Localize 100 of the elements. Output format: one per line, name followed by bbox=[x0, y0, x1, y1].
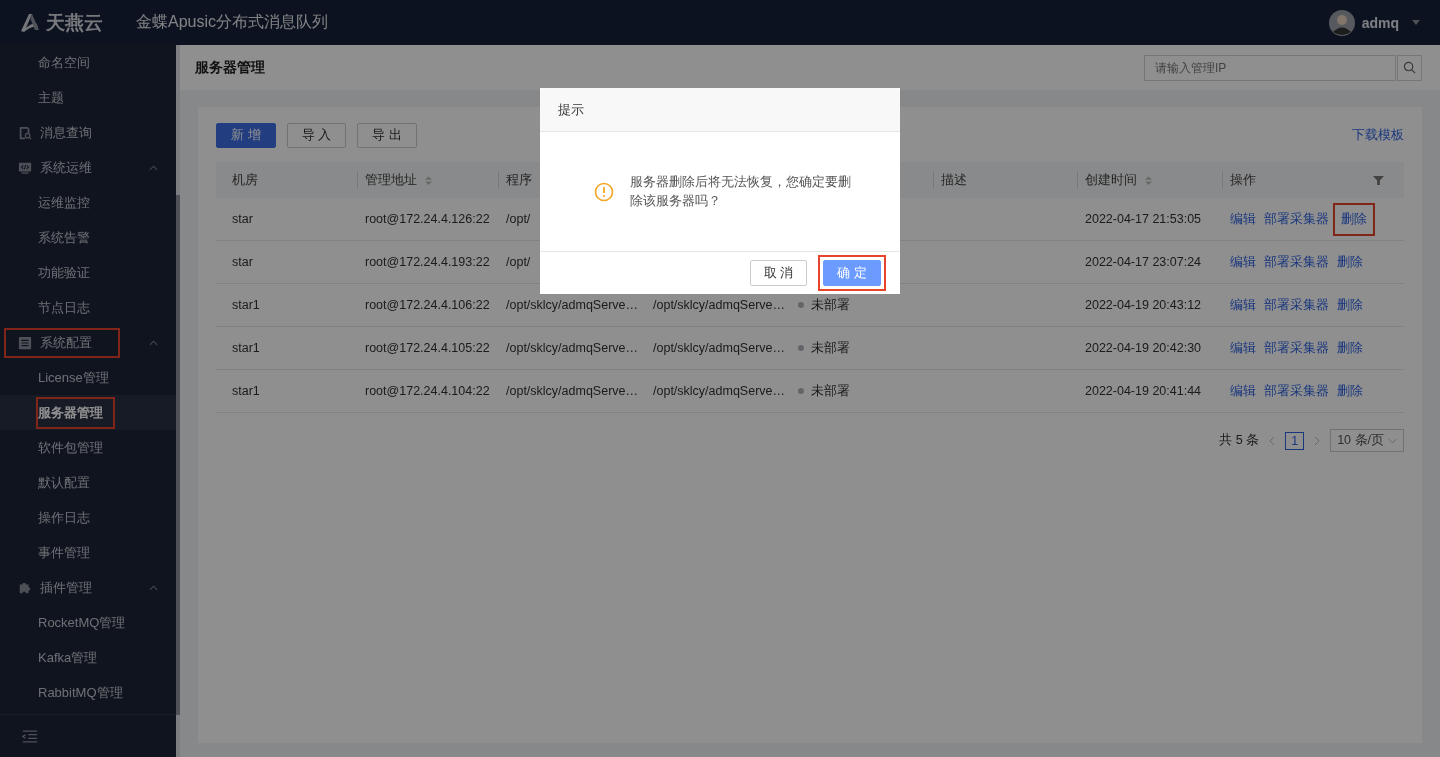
sidebar-item[interactable]: 服务器管理 bbox=[0, 395, 176, 430]
download-template-link[interactable]: 下载模板 bbox=[1352, 126, 1404, 144]
table-cell: star1 bbox=[232, 298, 260, 312]
sidebar-item[interactable]: 命名空间 bbox=[0, 45, 176, 80]
sidebar-item[interactable]: 节点日志 bbox=[0, 290, 176, 325]
action-link[interactable]: 部署采集器 bbox=[1260, 331, 1333, 365]
search-icon bbox=[1403, 61, 1416, 74]
action-link[interactable]: 编辑 bbox=[1226, 288, 1260, 322]
table-cell: /opt/sklcy/admqServe… bbox=[653, 298, 785, 312]
search-button[interactable] bbox=[1397, 54, 1422, 81]
dialog-button[interactable]: 取 消 bbox=[749, 260, 808, 286]
table-cell: /opt/sklcy/admqServe… bbox=[506, 341, 638, 355]
table-cell: root@172.24.4.193:22 bbox=[365, 255, 490, 269]
previous-page-icon[interactable] bbox=[1269, 435, 1276, 446]
page-title: 服务器管理 bbox=[195, 58, 265, 77]
dialog-message: 服务器删除后将无法恢复，您确定要删除该服务器吗？ bbox=[630, 173, 852, 210]
chevron-icon[interactable] bbox=[149, 339, 158, 346]
sidebar-item[interactable]: 功能验证 bbox=[0, 255, 176, 290]
sidebar-item[interactable]: 主题 bbox=[0, 80, 176, 115]
status-text: 未部署 bbox=[811, 296, 850, 314]
logo-text: 天燕云 bbox=[46, 10, 103, 35]
column-header: 描述 bbox=[941, 171, 967, 189]
action-link[interactable]: 编辑 bbox=[1226, 202, 1260, 236]
column-header: 管理地址 bbox=[365, 171, 417, 189]
sidebar-item[interactable]: 事件管理 bbox=[0, 535, 176, 570]
status-dot-icon bbox=[798, 302, 804, 308]
sort-icon[interactable] bbox=[1145, 174, 1152, 186]
sidebar-group[interactable]: 消息查询 bbox=[0, 115, 176, 150]
table-cell: star1 bbox=[232, 384, 260, 398]
app-title: 金蝶Apusic分布式消息队列 bbox=[136, 12, 329, 32]
status-dot-icon bbox=[798, 388, 804, 394]
table-cell: root@172.24.4.126:22 bbox=[365, 212, 490, 226]
column-header: 创建时间 bbox=[1085, 171, 1137, 189]
action-link[interactable]: 编辑 bbox=[1226, 245, 1260, 279]
action-link[interactable]: 删除 bbox=[1333, 245, 1367, 279]
scrollbar-thumb[interactable] bbox=[176, 195, 180, 715]
page-size-select[interactable]: 10 条/页 bbox=[1330, 429, 1404, 452]
sidebar-item[interactable]: RabbitMQ管理 bbox=[0, 675, 176, 710]
table-cell: /opt/sklcy/admqServe… bbox=[506, 298, 638, 312]
search-field[interactable]: 请输入管理IP bbox=[1144, 54, 1396, 81]
sidebar-item[interactable]: 默认配置 bbox=[0, 465, 176, 500]
action-link[interactable]: 删除 bbox=[1333, 202, 1375, 236]
action-link[interactable]: 编辑 bbox=[1226, 331, 1260, 365]
sidebar-item[interactable]: 软件包管理 bbox=[0, 430, 176, 465]
action-link[interactable]: 部署采集器 bbox=[1260, 374, 1333, 408]
sidebar-item[interactable]: RocketMQ管理 bbox=[0, 605, 176, 640]
sidebar-item[interactable]: 运维监控 bbox=[0, 185, 176, 220]
table-cell: /opt/sklcy/admqServe… bbox=[506, 384, 638, 398]
sort-icon[interactable] bbox=[425, 174, 432, 186]
sidebar-item[interactable]: Kafka管理 bbox=[0, 640, 176, 675]
action-link[interactable]: 编辑 bbox=[1226, 374, 1260, 408]
table-cell: root@172.24.4.106:22 bbox=[365, 298, 490, 312]
sidebar-group-label: 系统配置 bbox=[40, 333, 92, 352]
table-cell: 2022-04-17 23:07:24 bbox=[1085, 255, 1202, 269]
table-cell: /opt/sklcy/admqServe… bbox=[653, 341, 785, 355]
dialog-button[interactable]: 确 定 bbox=[823, 260, 881, 286]
table-cell: 2022-04-19 20:41:44 bbox=[1085, 384, 1202, 398]
dropdown-caret-icon[interactable] bbox=[1412, 20, 1420, 25]
action-link[interactable]: 部署采集器 bbox=[1260, 245, 1333, 279]
table-cell: 2022-04-19 20:43:12 bbox=[1085, 298, 1202, 312]
action-link[interactable]: 删除 bbox=[1333, 288, 1367, 322]
table-cell: root@172.24.4.104:22 bbox=[365, 384, 490, 398]
chevron-icon[interactable] bbox=[149, 584, 158, 591]
sidebar-item[interactable]: License管理 bbox=[0, 360, 176, 395]
page-number[interactable]: 1 bbox=[1285, 431, 1305, 450]
puzzle-icon bbox=[18, 580, 32, 595]
next-page-icon[interactable] bbox=[1314, 435, 1321, 446]
table-cell: root@172.24.4.105:22 bbox=[365, 341, 490, 355]
sidebar-item[interactable]: 操作日志 bbox=[0, 500, 176, 535]
avatar-icon[interactable] bbox=[1328, 9, 1355, 36]
code-icon bbox=[18, 160, 32, 175]
status-text: 未部署 bbox=[811, 382, 850, 400]
table-cell: star bbox=[232, 212, 253, 226]
sidebar-group-label: 系统运维 bbox=[40, 158, 92, 177]
filter-icon[interactable] bbox=[1373, 174, 1384, 186]
chevron-icon[interactable] bbox=[149, 164, 158, 171]
table-cell: /opt/sklcy/admqServe… bbox=[653, 384, 785, 398]
settings-list-icon bbox=[18, 335, 32, 350]
action-link[interactable]: 部署采集器 bbox=[1260, 202, 1333, 236]
table-cell: /opt/ bbox=[506, 212, 531, 226]
total-count: 共 5 条 bbox=[1219, 432, 1260, 449]
collapse-menu-icon[interactable] bbox=[22, 729, 38, 743]
column-header: 程序 bbox=[506, 171, 532, 189]
toolbar-button[interactable]: 导 出 bbox=[357, 122, 417, 148]
dialog-title: 提示 bbox=[558, 100, 584, 119]
column-header: 机房 bbox=[232, 171, 258, 189]
column-header: 操作 bbox=[1230, 171, 1256, 189]
toolbar-button[interactable]: 导 入 bbox=[286, 122, 347, 148]
document-search-icon bbox=[18, 125, 32, 140]
chevron-down-icon bbox=[1388, 437, 1397, 444]
action-link[interactable]: 部署采集器 bbox=[1260, 288, 1333, 322]
sidebar-group[interactable]: 系统运维 bbox=[0, 150, 176, 185]
action-link[interactable]: 删除 bbox=[1333, 374, 1367, 408]
table-cell: 2022-04-19 20:42:30 bbox=[1085, 341, 1202, 355]
toolbar-button[interactable]: 新 增 bbox=[216, 122, 276, 148]
user-name[interactable]: admq bbox=[1361, 14, 1399, 31]
action-link[interactable]: 删除 bbox=[1333, 331, 1367, 365]
sidebar-group-label: 插件管理 bbox=[40, 578, 92, 597]
sidebar-item[interactable]: 系统告警 bbox=[0, 220, 176, 255]
sidebar-group[interactable]: 插件管理 bbox=[0, 570, 176, 605]
